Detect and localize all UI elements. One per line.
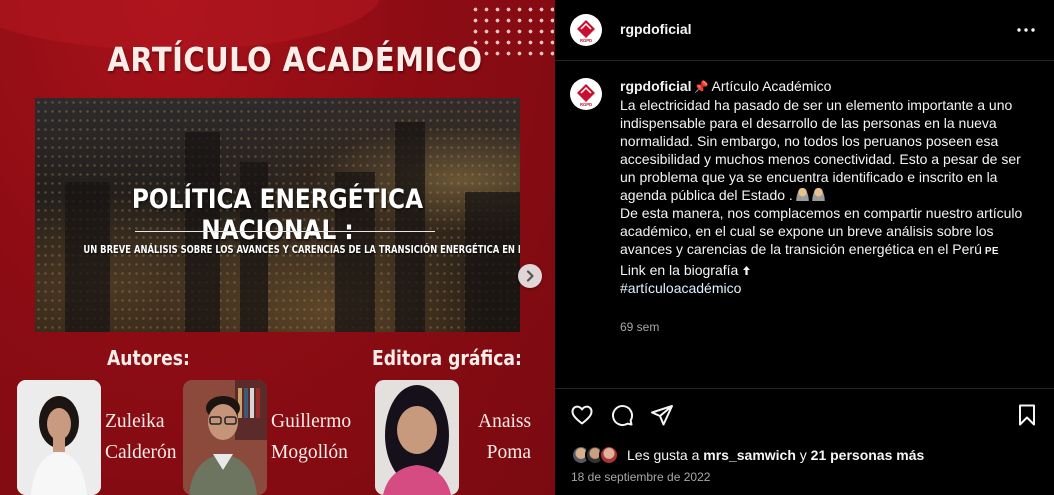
likes-text: Les gusta a mrs_samwich y 21 personas má… xyxy=(627,447,925,463)
liker-username[interactable]: mrs_samwich xyxy=(703,447,796,463)
person-name-1: Zuleika Calderón xyxy=(105,411,177,463)
post-date[interactable]: 18 de septiembre de 2022 xyxy=(571,470,710,484)
post-info-panel: RGPD rgpdoficial RGPD rgpdoficial 📌 Artícu… xyxy=(555,0,1054,495)
account-avatar[interactable]: RGPD xyxy=(570,14,602,46)
actions-divider xyxy=(555,388,1054,389)
person-emoji-icon xyxy=(811,188,825,201)
heart-icon[interactable] xyxy=(570,403,594,427)
comment-icon[interactable] xyxy=(610,403,634,427)
authors-label: Autores: xyxy=(107,346,190,370)
person-name-3: Anaiss Poma xyxy=(478,411,532,463)
author-photo-zuleika xyxy=(17,380,101,495)
svg-text:RGPD: RGPD xyxy=(580,102,592,107)
caption-avatar[interactable]: RGPD xyxy=(570,78,602,110)
caption-time-ago[interactable]: 69 sem xyxy=(620,320,659,334)
share-icon[interactable] xyxy=(650,403,674,427)
caption-paragraph-2: De esta manera, nos complacemos en compa… xyxy=(620,205,1023,257)
next-icon xyxy=(526,270,534,282)
author-photo-guillermo xyxy=(183,380,267,495)
image-title: ARTÍCULO ACADÉMICO xyxy=(107,40,483,79)
caption-link-line: Link en la biografía xyxy=(620,262,739,278)
bookmark-icon[interactable] xyxy=(1015,403,1039,427)
rgpd-logo-icon: RGPD xyxy=(573,17,599,43)
image-headline: POLÍTICA ENERGÉTICA NACIONAL : xyxy=(131,184,424,246)
rgpd-logo-icon: RGPD xyxy=(573,81,599,107)
pin-icon: 📌 xyxy=(693,80,709,94)
post-caption: rgpdoficial 📌 Artículo Académico La electr… xyxy=(620,77,1040,297)
header-username[interactable]: rgpdoficial xyxy=(620,21,692,37)
header-divider xyxy=(555,60,1054,61)
editor-photo-anaiss xyxy=(375,380,459,495)
person-emoji-icon xyxy=(795,188,809,201)
arrow-up-icon xyxy=(743,266,751,275)
city-night-photo: POLÍTICA ENERGÉTICA NACIONAL : UN BREVE … xyxy=(35,98,520,332)
peru-flag-icon: PE xyxy=(984,246,999,257)
svg-text:RGPD: RGPD xyxy=(580,38,592,43)
liker-avatar[interactable] xyxy=(599,445,619,465)
likes-count-link[interactable]: 21 personas más xyxy=(811,447,925,463)
next-slide-button[interactable] xyxy=(518,264,542,288)
headline-divider xyxy=(135,231,435,232)
post-image: ARTÍCULO ACADÉMICO POLÍTICA ENERGÉTICA N… xyxy=(0,0,555,495)
image-subheadline: UN BREVE ANÁLISIS SOBRE LOS AVANCES Y CA… xyxy=(83,244,520,256)
caption-username[interactable]: rgpdoficial xyxy=(620,78,692,94)
editor-label: Editora gráfica: xyxy=(372,346,522,370)
hashtag-link[interactable]: #artículoacadémico xyxy=(620,280,741,296)
more-options-icon[interactable] xyxy=(1014,22,1038,38)
caption-title: Artículo Académico xyxy=(711,78,832,94)
person-name-2: Guillermo Mogollón xyxy=(271,411,352,463)
likes-summary: Les gusta a mrs_samwich y 21 personas má… xyxy=(571,445,924,465)
